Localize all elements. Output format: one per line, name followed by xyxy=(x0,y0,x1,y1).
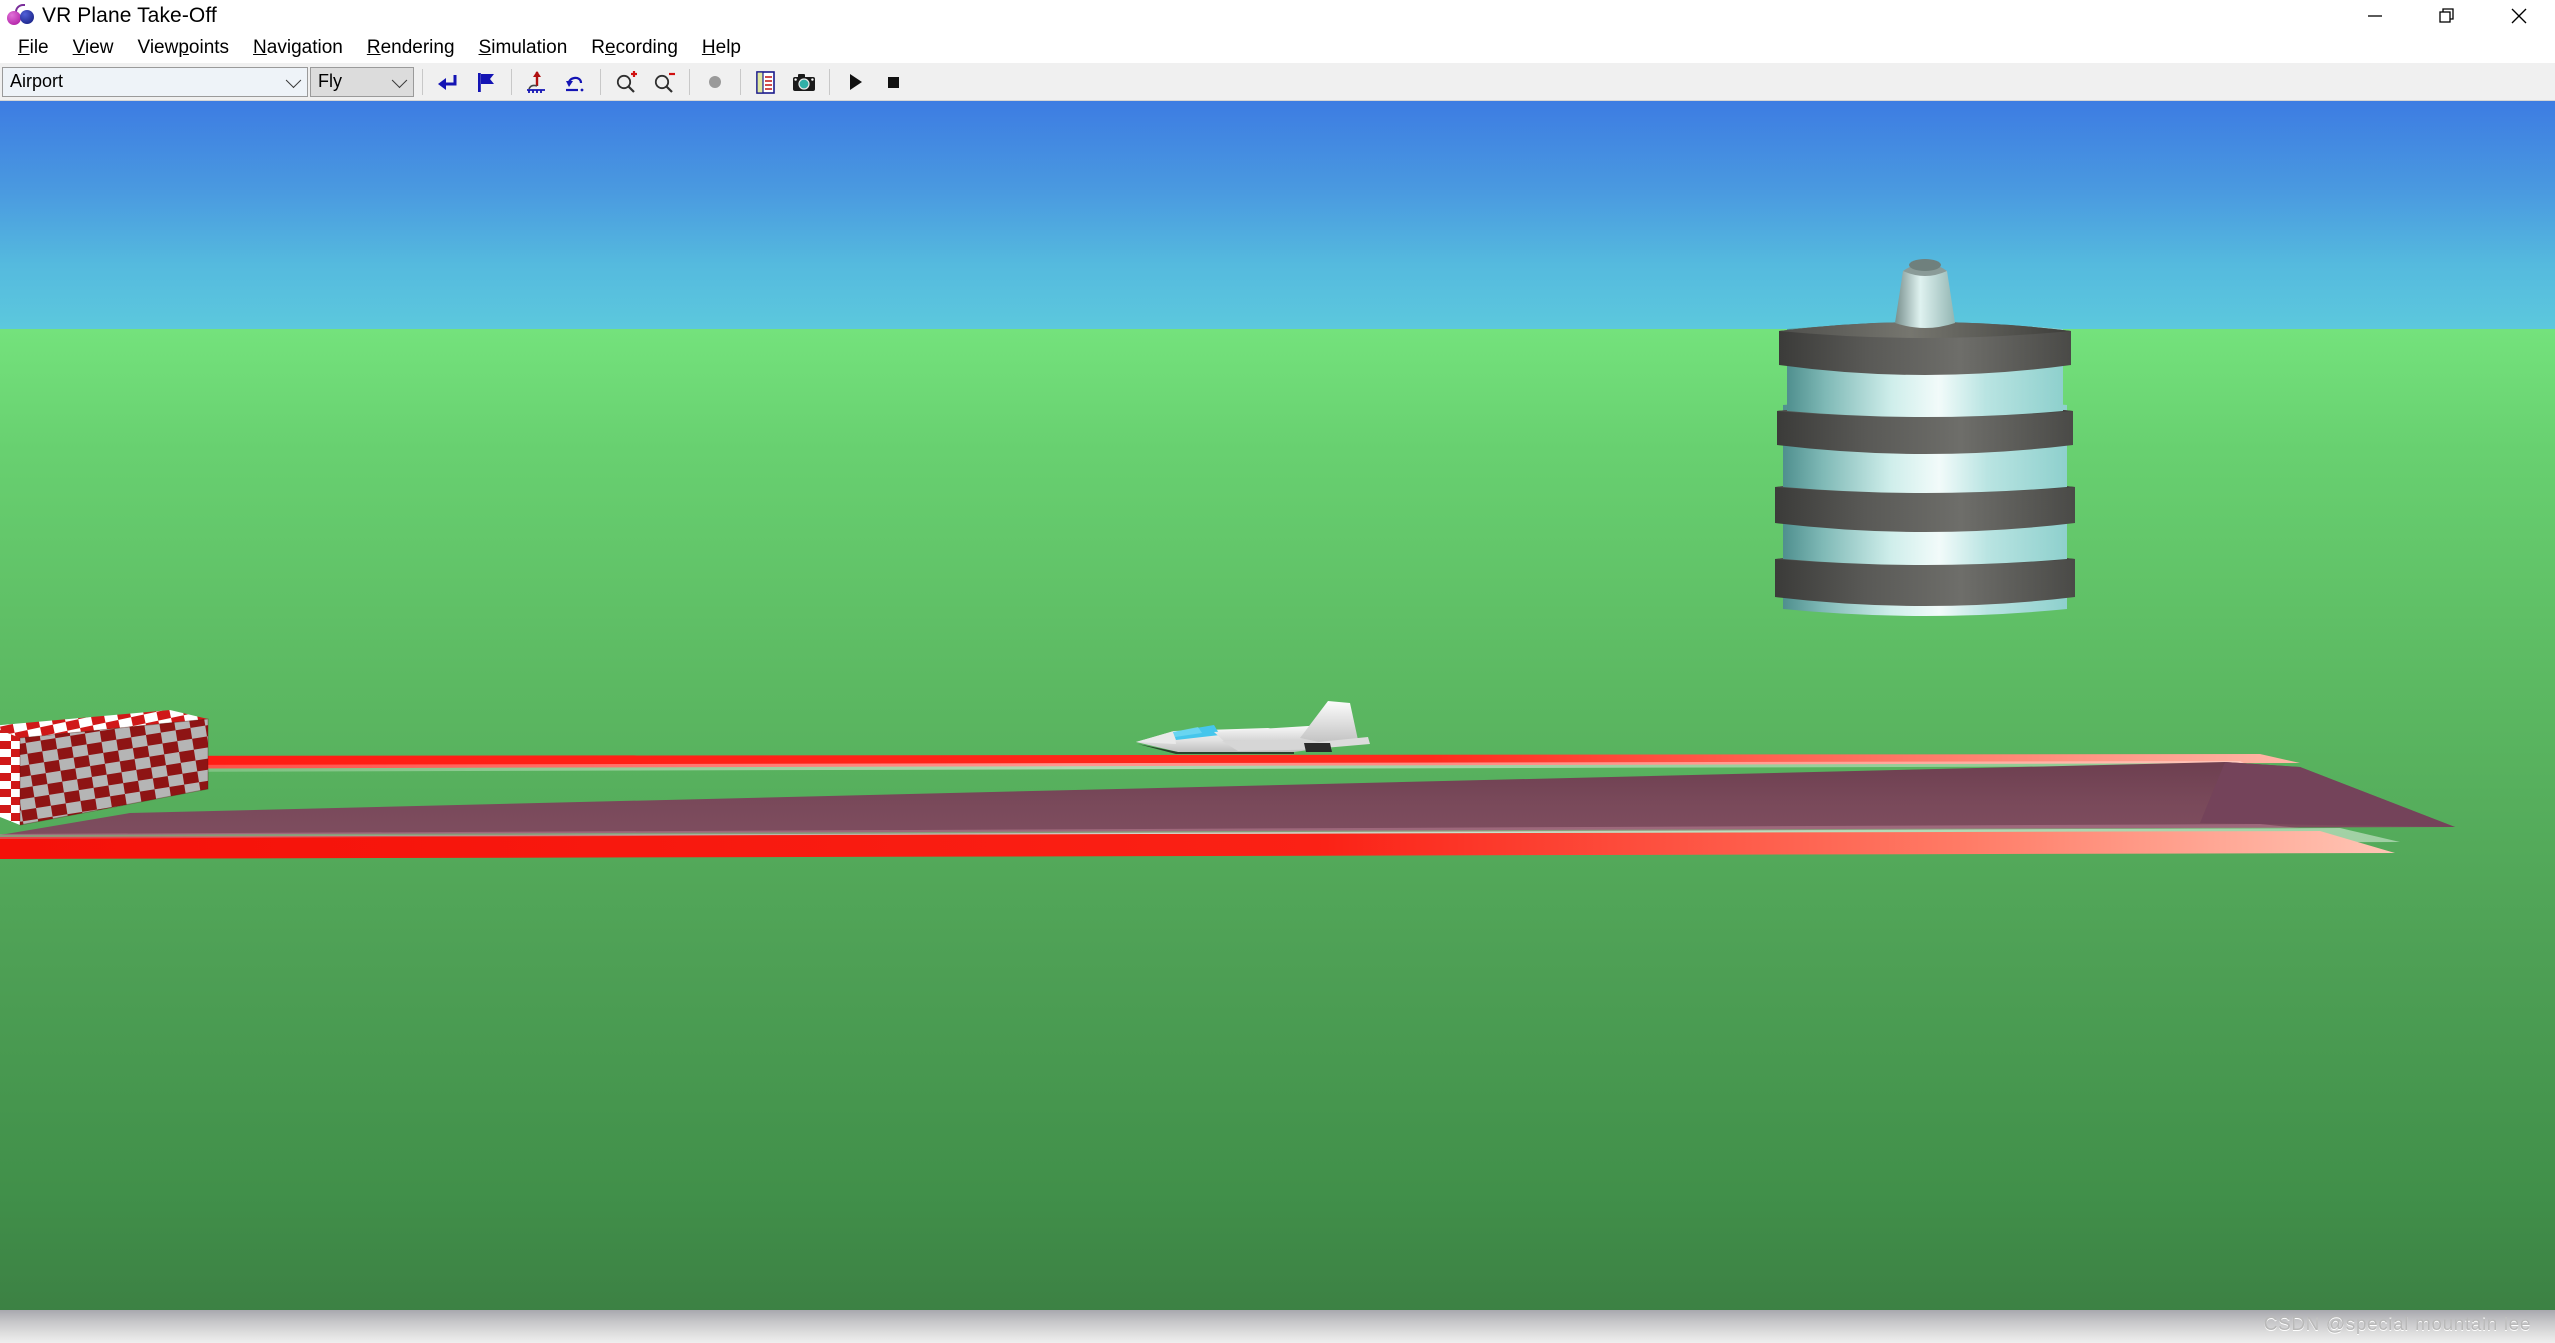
record-dot-icon xyxy=(709,75,721,88)
undo-arrow-icon xyxy=(566,76,584,91)
window-controls xyxy=(2339,0,2555,32)
zoom-out-icon xyxy=(654,72,675,93)
navigation-mode-value: Fly xyxy=(318,71,342,91)
toolbar: Airport Fly xyxy=(0,63,2555,101)
properties-button[interactable] xyxy=(747,65,785,99)
return-arrow-icon xyxy=(438,74,457,90)
navigation-mode-select[interactable]: Fly xyxy=(310,66,414,97)
undo-view-button[interactable] xyxy=(556,65,594,99)
menu-item-simulation[interactable]: Simulation xyxy=(467,36,580,59)
close-button[interactable] xyxy=(2483,0,2555,32)
camera-icon xyxy=(793,73,815,91)
title-bar: VR Plane Take-Off xyxy=(0,0,2555,32)
menu-item-recording[interactable]: Recording xyxy=(579,36,690,59)
play-triangle-icon xyxy=(850,73,862,90)
zoom-out-button[interactable] xyxy=(645,65,683,99)
viewpoint-select-value: Airport xyxy=(10,71,64,91)
minimize-button[interactable] xyxy=(2339,0,2411,32)
menu-item-navigation[interactable]: Navigation xyxy=(241,36,355,59)
menu-item-viewpoints[interactable]: Viewpoints xyxy=(125,36,241,59)
menu-item-file[interactable]: File xyxy=(6,36,61,59)
toolbar-separator xyxy=(600,68,601,95)
record-button[interactable] xyxy=(696,65,734,99)
toolbar-separator xyxy=(829,68,830,95)
set-viewpoint-button[interactable] xyxy=(467,65,505,99)
airplane xyxy=(1118,695,1373,775)
stop-button[interactable] xyxy=(874,65,912,99)
chevron-down-icon xyxy=(391,72,408,88)
view-all-icon xyxy=(527,70,545,93)
menu-item-view[interactable]: View xyxy=(61,36,126,59)
flag-icon xyxy=(478,72,494,92)
clipboard-icon xyxy=(756,70,775,94)
menu-item-help[interactable]: Help xyxy=(690,36,753,59)
horizon-bottom-strip xyxy=(0,1310,2555,1343)
zoom-in-button[interactable] xyxy=(607,65,645,99)
snapshot-button[interactable] xyxy=(785,65,823,99)
restore-button[interactable] xyxy=(2411,0,2483,32)
menu-item-rendering[interactable]: Rendering xyxy=(355,36,467,59)
control-tower xyxy=(1735,219,2115,667)
viewpoint-select[interactable]: Airport xyxy=(2,66,308,97)
chevron-down-icon xyxy=(285,72,302,88)
vr-berries-icon xyxy=(6,3,40,29)
reset-viewpoint-button[interactable] xyxy=(429,65,467,99)
vr-3d-viewport[interactable]: W E F xyxy=(0,101,2555,1343)
watermark-text: CSDN @special mountain lee xyxy=(2263,1314,2531,1335)
toolbar-separator xyxy=(689,68,690,95)
toolbar-separator xyxy=(740,68,741,95)
play-button[interactable] xyxy=(836,65,874,99)
toolbar-separator xyxy=(422,68,423,95)
stop-square-icon xyxy=(888,76,899,88)
zoom-in-icon xyxy=(616,70,637,93)
view-all-button[interactable] xyxy=(518,65,556,99)
toolbar-separator xyxy=(511,68,512,95)
window-title: VR Plane Take-Off xyxy=(42,4,217,27)
menu-bar: File View Viewpoints Navigation Renderin… xyxy=(0,32,2555,63)
